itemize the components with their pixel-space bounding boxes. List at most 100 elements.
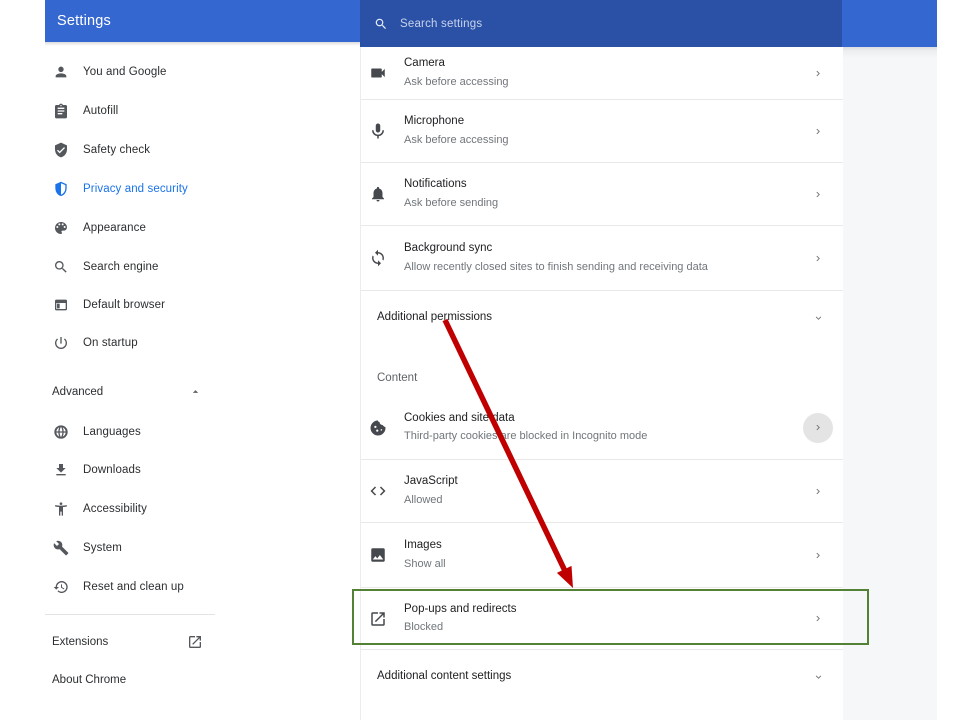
chevron-right-icon [803,116,833,146]
row-subtitle: Ask before sending [404,196,499,209]
history-icon [53,581,68,593]
row-subtitle: Ask before accessing [404,133,509,146]
sidebar-item-on-startup[interactable]: On startup [53,328,138,358]
sidebar-item-label: Downloads [83,464,141,476]
sidebar-item-label: Search engine [83,261,159,273]
sidebar-item-label: Reset and clean up [83,581,184,593]
search-placeholder: Search settings [400,17,483,30]
advanced-label: Advanced [52,386,104,398]
row-subtitle: Third-party cookies are blocked in Incog… [404,430,648,443]
sidebar-item-label: Accessibility [83,503,147,515]
chevron-right-icon [803,476,833,506]
sidebar-item-label: Appearance [83,222,147,234]
settings-sidebar: You and Google Autofill Safety check Pri… [45,47,360,720]
content-section-header: Content [377,360,417,396]
row-title: Additional permissions [377,311,493,324]
bell-icon [372,186,384,202]
sidebar-item-downloads[interactable]: Downloads [53,455,141,485]
sidebar-item-languages[interactable]: Languages [53,417,141,447]
row-title: Cookies and site data [404,411,515,424]
row-images[interactable]: Images Show all [361,523,843,588]
sidebar-item-safety-check[interactable]: Safety check [53,135,150,165]
download-icon [56,464,66,476]
row-title: Microphone [404,115,465,128]
sidebar-item-default-browser[interactable]: Default browser [53,290,165,320]
sidebar-item-autofill[interactable]: Autofill [53,96,118,126]
person-icon [55,66,67,78]
sidebar-divider [45,614,215,615]
chevron-right-icon[interactable] [803,412,833,443]
sync-icon [372,249,384,267]
row-title: Camera [404,57,445,70]
globe-icon [54,425,68,439]
row-subtitle: Allow recently closed sites to finish se… [404,260,708,273]
about-chrome-label: About Chrome [52,674,127,686]
row-microphone[interactable]: Microphone Ask before accessing [361,100,843,163]
row-camera[interactable]: Camera Ask before accessing [361,47,843,100]
sidebar-item-accessibility[interactable]: Accessibility [53,494,147,524]
extensions-label: Extensions [52,636,109,648]
row-cookies-and-site-data[interactable]: Cookies and site data Third-party cookie… [361,396,843,460]
sidebar-item-system[interactable]: System [53,533,122,563]
safety-check-icon [55,142,67,158]
caret-up-icon [192,390,199,393]
chevron-right-icon [803,243,833,273]
default-browser-icon [55,299,67,311]
palette-icon [55,222,67,234]
code-icon [370,486,386,496]
row-title: JavaScript [404,475,458,488]
row-title: Notifications [404,178,467,191]
row-additional-permissions[interactable]: Additional permissions [361,291,843,345]
section-header-label: Content [377,372,418,384]
chevron-right-icon [803,179,833,209]
sidebar-item-label: System [83,542,122,554]
sidebar-item-privacy-and-security[interactable]: Privacy and security [53,174,188,204]
sidebar-item-label: Privacy and security [83,183,188,195]
sidebar-item-label: Languages [83,426,141,438]
external-link-icon [189,636,201,648]
sidebar-item-label: Default browser [83,299,166,311]
power-icon [55,337,68,350]
sidebar-item-you-and-google[interactable]: You and Google [53,57,166,87]
sidebar-advanced-toggle[interactable]: Advanced [52,377,103,407]
image-icon [371,548,385,562]
chevron-down-icon [803,303,833,333]
page-title: Settings [57,13,111,29]
cookie-icon [370,420,386,435]
slide-canvas: Settings Search settings You and Google … [0,0,960,720]
row-background-sync[interactable]: Background sync Allow recently closed si… [361,226,843,291]
row-title: Images [404,539,442,552]
autofill-icon [55,103,67,119]
accessibility-icon [55,502,67,516]
sidebar-item-search-engine[interactable]: Search engine [53,252,158,282]
search-engine-icon [54,260,67,273]
row-title: Background sync [404,242,493,255]
sidebar-item-about-chrome[interactable]: About Chrome [52,665,126,695]
chevron-down-icon [803,662,833,692]
header-shadow [45,42,360,46]
sidebar-item-extensions[interactable]: Extensions [52,627,108,657]
privacy-shield-icon [55,181,67,197]
header-right-segment [842,0,937,47]
chevron-right-icon [803,540,833,570]
row-title: Additional content settings [377,670,512,683]
microphone-icon [372,123,384,139]
row-subtitle: Allowed [404,493,443,506]
row-javascript[interactable]: JavaScript Allowed [361,460,843,523]
wrench-icon [53,540,69,556]
sidebar-item-reset-and-clean-up[interactable]: Reset and clean up [53,572,184,602]
sidebar-item-label: On startup [83,337,138,349]
highlight-box [352,589,869,645]
row-subtitle: Ask before accessing [404,75,509,88]
row-additional-content-settings[interactable]: Additional content settings [361,650,843,704]
chevron-right-icon [803,58,833,88]
camera-icon [371,68,385,78]
sidebar-item-label: Safety check [83,144,151,156]
search-settings-box[interactable]: Search settings [360,0,842,47]
sidebar-item-label: You and Google [83,66,167,78]
search-icon [375,18,386,29]
row-subtitle: Show all [404,557,446,570]
row-notifications[interactable]: Notifications Ask before sending [361,163,843,226]
sidebar-item-appearance[interactable]: Appearance [53,213,146,243]
sidebar-item-label: Autofill [83,105,119,117]
